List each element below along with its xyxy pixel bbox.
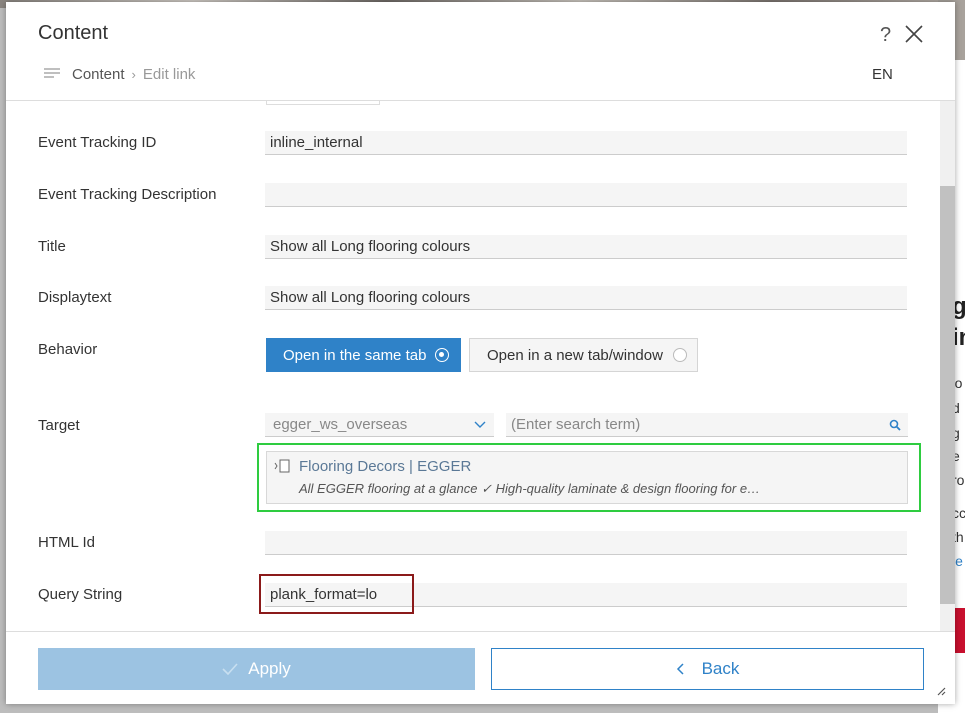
close-icon[interactable] [904, 24, 924, 44]
behavior-same-tab-option[interactable]: Open in the same tab [266, 338, 461, 372]
behavior-same-tab-label: Open in the same tab [283, 346, 427, 364]
title-field[interactable]: Show all Long flooring colours [265, 235, 907, 259]
chevron-left-icon [676, 663, 684, 675]
back-label: Back [701, 659, 740, 678]
event-tracking-description-label: Event Tracking Description [38, 186, 217, 203]
form-body: Event Tracking ID inline_internal Event … [6, 101, 940, 631]
title-label: Title [38, 238, 66, 255]
target-label: Target [38, 417, 80, 434]
menu-lines-icon [44, 68, 60, 78]
breadcrumb: Content › Edit link [44, 64, 195, 84]
help-icon[interactable]: ? [880, 24, 891, 47]
behavior-new-tab-option[interactable]: Open in a new tab/window [469, 338, 698, 372]
behavior-new-tab-label: Open in a new tab/window [487, 346, 663, 364]
breadcrumb-content[interactable]: Content [72, 66, 125, 83]
breadcrumb-separator: › [131, 66, 136, 82]
dialog-title: Content [38, 22, 109, 44]
displaytext-field[interactable]: Show all Long flooring colours [265, 286, 907, 310]
check-icon [222, 663, 238, 675]
breadcrumb-edit-link: Edit link [142, 65, 196, 83]
resize-handle-icon[interactable] [936, 686, 946, 696]
chevron-down-icon [474, 421, 486, 428]
apply-button[interactable]: Apply [38, 648, 475, 690]
scrollbar-thumb[interactable] [940, 186, 955, 604]
apply-label: Apply [248, 659, 291, 678]
target-search-input[interactable]: (Enter search term) [506, 413, 908, 437]
event-tracking-id-label: Event Tracking ID [38, 134, 157, 151]
target-site-select[interactable]: egger_ws_overseas [265, 413, 494, 437]
edit-link-dialog: Content ? Content › Edit link EN Event T… [6, 2, 955, 704]
language-switch[interactable]: EN [872, 66, 893, 83]
search-icon[interactable] [889, 419, 901, 431]
previous-field-fragment [266, 101, 380, 105]
html-id-label: HTML Id [38, 534, 95, 551]
behavior-label: Behavior [38, 341, 98, 358]
radio-unselected-icon [672, 348, 687, 362]
displaytext-label: Displaytext [38, 289, 112, 306]
footer-divider [6, 631, 955, 632]
target-search-placeholder: (Enter search term) [511, 416, 641, 433]
query-string-label: Query String [38, 586, 123, 603]
event-tracking-id-field[interactable]: inline_internal [265, 131, 907, 155]
html-id-field[interactable] [265, 531, 907, 555]
back-button[interactable]: Back [491, 648, 924, 690]
radio-selected-icon [435, 348, 450, 362]
target-site-value: egger_ws_overseas [273, 416, 408, 433]
event-tracking-description-field[interactable] [265, 183, 907, 207]
highlight-box-green [257, 443, 921, 512]
highlight-box-red [259, 574, 414, 614]
